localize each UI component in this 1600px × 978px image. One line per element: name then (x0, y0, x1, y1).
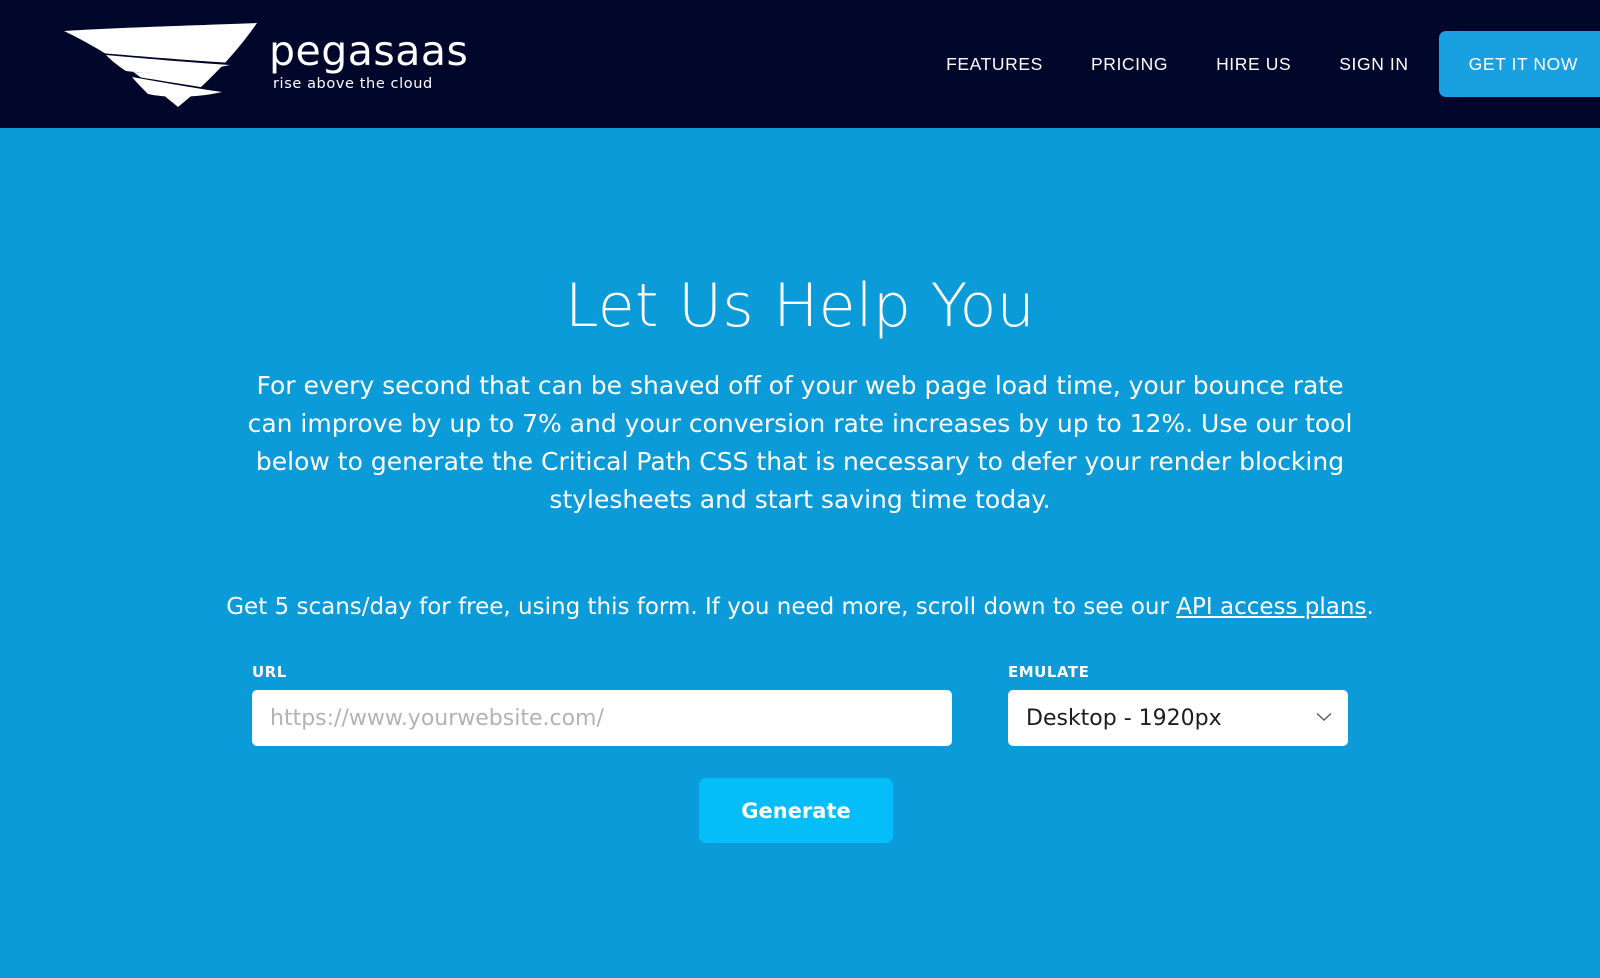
site-header: pegasaas rise above the cloud FEATURES P… (0, 0, 1600, 128)
nav-item-pricing[interactable]: PRICING (1091, 54, 1168, 75)
hero-section: Let Us Help You For every second that ca… (0, 128, 1600, 978)
url-field-label: URL (252, 663, 287, 681)
url-input[interactable] (252, 690, 952, 746)
nav-item-features[interactable]: FEATURES (946, 54, 1043, 75)
brand-tagline: rise above the cloud (273, 76, 433, 92)
url-field-group: URL (252, 663, 952, 746)
nav-item-sign-in[interactable]: SIGN IN (1339, 54, 1408, 75)
main-navigation: FEATURES PRICING HIRE US SIGN IN GET IT … (946, 0, 1600, 128)
page-title: Let Us Help You (565, 271, 1035, 341)
generate-button-row: Generate (0, 778, 1600, 843)
critical-css-form: URL EMULATE Desktop - 1920px (0, 663, 1600, 746)
brand-logo[interactable]: pegasaas rise above the cloud (58, 0, 468, 128)
brand-wordmark: pegasaas rise above the cloud (269, 30, 468, 98)
scan-limit-note: Get 5 scans/day for free, using this for… (200, 591, 1400, 623)
api-access-plans-link[interactable]: API access plans (1176, 594, 1366, 620)
scan-limit-note-before: Get 5 scans/day for free, using this for… (226, 594, 1177, 620)
generate-button[interactable]: Generate (699, 778, 893, 843)
get-it-now-button[interactable]: GET IT NOW (1438, 31, 1600, 97)
brand-name: pegasaas (269, 27, 469, 75)
nav-item-hire-us[interactable]: HIRE US (1216, 54, 1291, 75)
scan-limit-note-after: . (1366, 594, 1374, 620)
hero-description: For every second that can be shaved off … (247, 371, 1353, 514)
emulate-field-label: EMULATE (1008, 663, 1090, 681)
emulate-field-group: EMULATE Desktop - 1920px (1008, 663, 1348, 746)
emulate-select-wrapper: Desktop - 1920px (1008, 690, 1348, 746)
pegasus-wing-logo-icon (64, 23, 257, 107)
emulate-select[interactable]: Desktop - 1920px (1008, 690, 1348, 746)
